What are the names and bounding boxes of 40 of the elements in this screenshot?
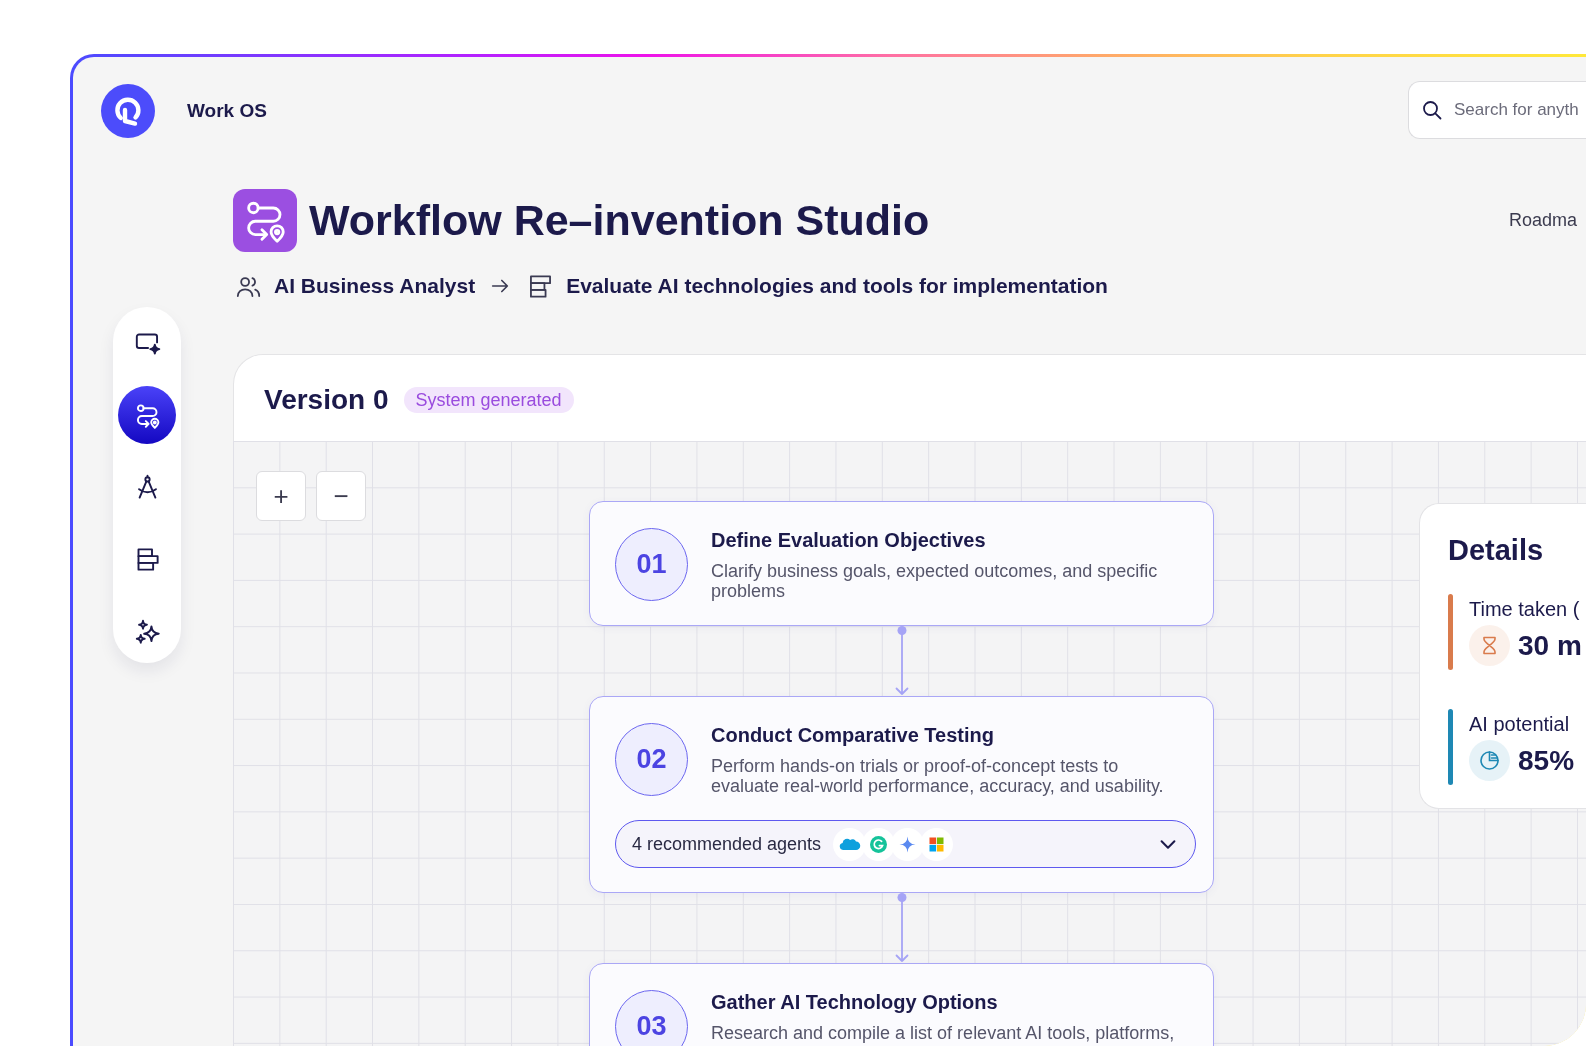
step-description: Clarify business goals, expected outcomes, and specific problems [711, 561, 1159, 601]
details-title: Details [1448, 533, 1545, 567]
step-title: Gather AI Technology Options [711, 991, 999, 1013]
connector-arrow [894, 626, 909, 696]
step-card[interactable]: 01 Define Evaluation Objectives Clarify business goals, expected outcomes, and specific problems [589, 501, 1214, 626]
zoom-out-button[interactable]: − [316, 471, 366, 521]
hourglass-icon [1469, 625, 1510, 666]
step-card[interactable]: 03 Gather AI Technology Options Research and compile a list of relevant AI tools, platforms, [589, 963, 1214, 1046]
step-description: Research and compile a list of relevant AI tools, platforms, [711, 1023, 1176, 1043]
nav-link[interactable]: Roadma [1508, 210, 1577, 231]
breadcrumb-link[interactable]: Evaluate AI technologies and tools for implementation [566, 274, 1108, 298]
status-badge: System generated [403, 387, 574, 413]
connector-arrow [894, 893, 909, 963]
four-squares-icon [920, 827, 954, 861]
cloud-icon [833, 827, 867, 861]
metric-label: Time taken ( [1469, 597, 1581, 621]
page-title: Workflow Re–invention Studio [309, 196, 930, 245]
step-number: 01 [615, 528, 688, 601]
ring-logo-icon[interactable] [101, 84, 155, 138]
sparkles-icon [133, 617, 161, 645]
route-icon [233, 189, 297, 252]
step-title: Define Evaluation Objectives [711, 529, 987, 551]
app-name: Work OS [187, 100, 267, 122]
step-number: 03 [615, 990, 688, 1046]
step-card[interactable]: 02 Conduct Comparative Testing Perform hands-on trials or proof-of-concept tests to evaluate real-world performance, accuracy, and usability. 4 recommended agents [589, 696, 1214, 893]
search-icon [1422, 100, 1442, 120]
search-field[interactable]: Search for anyth [1408, 81, 1586, 139]
step-description: Perform hands-on trials or proof-of-concept tests to evaluate real-world performance, accuracy, and usability. [711, 756, 1165, 796]
step-number: 02 [615, 723, 688, 796]
version-title: Version 0 [264, 384, 389, 416]
breadcrumb-link[interactable]: AI Business Analyst [274, 274, 476, 298]
zoom-in-button[interactable]: + [256, 471, 306, 521]
step-title: Conduct Comparative Testing [711, 724, 995, 746]
metric-label: AI potential [1469, 712, 1571, 736]
metric-value: 85% [1518, 746, 1575, 775]
sidebar-item[interactable] [118, 386, 176, 444]
sparkle-icon [891, 827, 925, 861]
agents-dropdown[interactable]: 4 recommended agents [615, 820, 1196, 868]
pie-chart-icon [1469, 740, 1510, 781]
metric-value: 30 m [1518, 631, 1582, 660]
